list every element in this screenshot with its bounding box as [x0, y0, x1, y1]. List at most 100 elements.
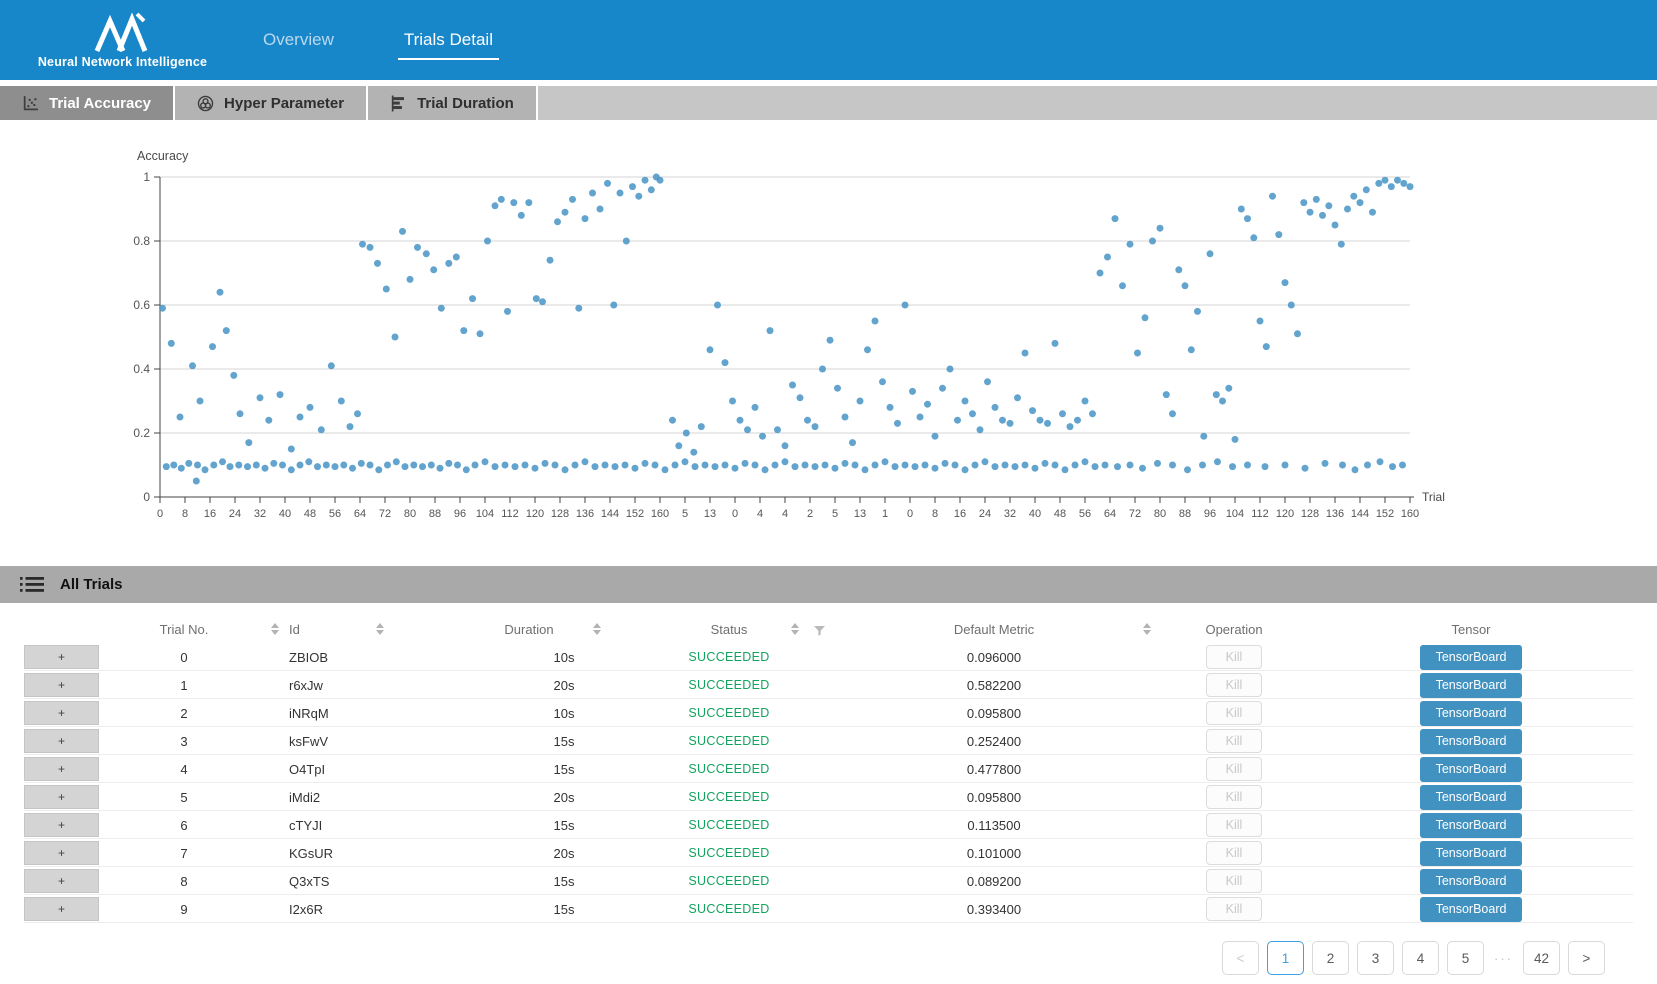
cell-status: SUCCEEDED	[629, 706, 829, 720]
cell-status: SUCCEEDED	[629, 902, 829, 916]
cell-trial-no: 5	[99, 790, 269, 805]
svg-text:96: 96	[454, 508, 466, 520]
row-expander-button[interactable]: +	[24, 757, 99, 781]
kill-button[interactable]: Kill	[1206, 897, 1262, 921]
kill-button[interactable]: Kill	[1206, 757, 1262, 781]
cell-trial-id: ZBIOB	[269, 650, 429, 665]
tensorboard-button[interactable]: TensorBoard	[1420, 841, 1522, 866]
next-page-button[interactable]: >	[1568, 941, 1605, 975]
tensorboard-button[interactable]: TensorBoard	[1420, 785, 1522, 810]
row-expander-button[interactable]: +	[24, 729, 99, 753]
cell-default-metric: 0.477800	[829, 762, 1159, 777]
kill-button[interactable]: Kill	[1206, 841, 1262, 865]
cell-default-metric: 0.089200	[829, 874, 1159, 889]
row-expander-button[interactable]: +	[24, 897, 99, 921]
svg-text:4: 4	[757, 508, 763, 520]
header-duration[interactable]: Duration	[429, 615, 629, 643]
kill-button[interactable]: Kill	[1206, 813, 1262, 837]
row-expander-button[interactable]: +	[24, 841, 99, 865]
tensorboard-button[interactable]: TensorBoard	[1420, 673, 1522, 698]
svg-text:112: 112	[501, 508, 519, 520]
tensorboard-button[interactable]: TensorBoard	[1420, 645, 1522, 670]
page-button-2[interactable]: 2	[1312, 941, 1349, 975]
svg-text:0: 0	[907, 508, 913, 520]
page-button-4[interactable]: 4	[1402, 941, 1439, 975]
kill-button[interactable]: Kill	[1206, 785, 1262, 809]
cell-trial-no: 3	[99, 734, 269, 749]
kill-button[interactable]: Kill	[1206, 673, 1262, 697]
svg-text:1: 1	[882, 508, 888, 520]
cell-status: SUCCEEDED	[629, 678, 829, 692]
page-button-1[interactable]: 1	[1267, 941, 1304, 975]
svg-text:0.8: 0.8	[133, 234, 150, 248]
svg-text:4: 4	[782, 508, 788, 520]
kill-button[interactable]: Kill	[1206, 729, 1262, 753]
svg-text:16: 16	[204, 508, 216, 520]
nav-tab-trials-detail[interactable]: Trials Detail	[398, 20, 499, 60]
svg-text:24: 24	[229, 508, 241, 520]
svg-text:88: 88	[429, 508, 441, 520]
header-id[interactable]: Id	[269, 615, 429, 643]
cell-trial-id: I2x6R	[269, 902, 429, 917]
page-button-3[interactable]: 3	[1357, 941, 1394, 975]
row-expander-button[interactable]: +	[24, 673, 99, 697]
tensorboard-button[interactable]: TensorBoard	[1420, 701, 1522, 726]
page-button-5[interactable]: 5	[1447, 941, 1484, 975]
svg-text:0: 0	[143, 490, 150, 504]
svg-text:80: 80	[1154, 508, 1166, 520]
svg-text:136: 136	[576, 508, 594, 520]
nni-logo-icon	[71, 11, 175, 53]
scatter-plot-icon	[22, 95, 39, 112]
tab-trial-accuracy[interactable]: Trial Accuracy	[0, 86, 175, 120]
cell-status: SUCCEEDED	[629, 818, 829, 832]
nni-brand: Neural Network Intelligence	[30, 11, 215, 69]
table-row: + 0 ZBIOB 10s SUCCEEDED 0.096000 Kill Te…	[24, 643, 1633, 671]
header-trial-no[interactable]: Trial No.	[99, 615, 269, 643]
tensorboard-button[interactable]: TensorBoard	[1420, 869, 1522, 894]
svg-text:48: 48	[304, 508, 316, 520]
header-operation: Operation	[1159, 615, 1309, 643]
kill-button[interactable]: Kill	[1206, 701, 1262, 725]
tab-trial-duration[interactable]: Trial Duration	[368, 86, 538, 120]
tab-hyper-parameter[interactable]: Hyper Parameter	[175, 86, 368, 120]
kill-button[interactable]: Kill	[1206, 645, 1262, 669]
svg-text:128: 128	[1301, 508, 1319, 520]
svg-text:32: 32	[254, 508, 266, 520]
svg-text:Accuracy: Accuracy	[137, 149, 189, 163]
svg-text:136: 136	[1326, 508, 1344, 520]
tensorboard-button[interactable]: TensorBoard	[1420, 757, 1522, 782]
header-status[interactable]: Status	[629, 615, 829, 643]
tensorboard-button[interactable]: TensorBoard	[1420, 729, 1522, 754]
svg-text:0.6: 0.6	[133, 298, 150, 312]
table-row: + 2 iNRqM 10s SUCCEEDED 0.095800 Kill Te…	[24, 699, 1633, 727]
svg-text:96: 96	[1204, 508, 1216, 520]
row-expander-button[interactable]: +	[24, 869, 99, 893]
top-navbar: Neural Network Intelligence Overview Tri…	[0, 0, 1657, 80]
pagination-ellipsis: ···	[1492, 951, 1515, 966]
svg-text:0.4: 0.4	[133, 362, 150, 376]
page-button-42[interactable]: 42	[1523, 941, 1560, 975]
row-expander-button[interactable]: +	[24, 645, 99, 669]
hyper-parameter-icon	[197, 95, 214, 112]
tensorboard-button[interactable]: TensorBoard	[1420, 897, 1522, 922]
row-expander-button[interactable]: +	[24, 813, 99, 837]
cell-trial-no: 1	[99, 678, 269, 693]
cell-status: SUCCEEDED	[629, 790, 829, 804]
header-default-metric[interactable]: Default Metric	[829, 615, 1159, 643]
tensorboard-button[interactable]: TensorBoard	[1420, 813, 1522, 838]
row-expander-button[interactable]: +	[24, 785, 99, 809]
cell-trial-no: 9	[99, 902, 269, 917]
filter-icon[interactable]	[814, 624, 825, 639]
kill-button[interactable]: Kill	[1206, 869, 1262, 893]
nav-tab-overview[interactable]: Overview	[257, 20, 340, 60]
cell-status: SUCCEEDED	[629, 650, 829, 664]
cell-trial-no: 0	[99, 650, 269, 665]
all-trials-title: All Trials	[60, 576, 123, 593]
pagination: <12345 ··· 42>	[0, 941, 1657, 975]
prev-page-button[interactable]: <	[1222, 941, 1259, 975]
tab-label: Trial Accuracy	[49, 95, 151, 112]
list-icon	[20, 576, 44, 593]
svg-text:120: 120	[526, 508, 544, 520]
sort-icon	[376, 623, 384, 635]
row-expander-button[interactable]: +	[24, 701, 99, 725]
